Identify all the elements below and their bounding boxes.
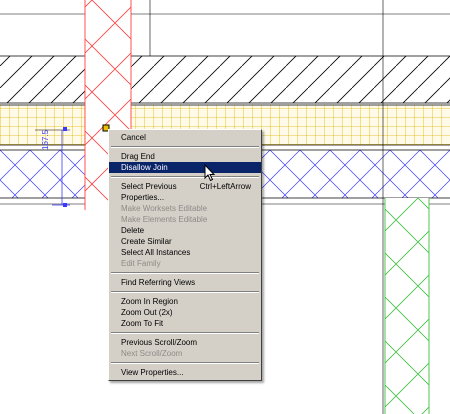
menu-item-zoom-out-2x[interactable]: Zoom Out (2x) [109, 307, 261, 318]
menu-item-label: Next Scroll/Zoom [121, 349, 183, 358]
menu-item-label: Find Referring Views [121, 278, 196, 287]
menu-item-label: Delete [121, 226, 145, 235]
menu-separator [111, 291, 259, 293]
menu-item-label: Make Elements Editable [121, 215, 208, 224]
menu-item-label: View Properties... [121, 368, 184, 377]
menu-item-find-referring-views[interactable]: Find Referring Views [109, 277, 261, 288]
menu-item-delete[interactable]: Delete [109, 225, 261, 236]
hatched-wall-band [0, 55, 450, 104]
menu-item-label: Select Previous [121, 182, 177, 191]
arrow-cursor-icon [204, 164, 216, 182]
menu-item-label: Create Similar [121, 237, 172, 246]
dimension-value-label: 167.5 [41, 129, 50, 150]
menu-item-label: Make Worksets Editable [121, 204, 208, 213]
menu-item-label: Cancel [121, 133, 146, 142]
menu-item-select-previous[interactable]: Select Previous Ctrl+LeftArrow [109, 181, 261, 192]
menu-separator [111, 176, 259, 178]
menu-item-label: Previous Scroll/Zoom [121, 338, 198, 347]
menu-item-cancel[interactable]: Cancel [109, 132, 261, 143]
menu-item-label: Disallow Join [121, 163, 168, 172]
menu-separator [111, 272, 259, 274]
context-menu[interactable]: Cancel Drag End Disallow Join Select Previo… [108, 129, 262, 381]
drag-grip-bottom [63, 203, 67, 207]
menu-item-next-scroll-zoom: Next Scroll/Zoom [109, 348, 261, 359]
menu-item-make-elements-editable: Make Elements Editable [109, 214, 261, 225]
menu-item-label: Properties... [121, 193, 165, 202]
menu-item-label: Edit Family [121, 259, 161, 268]
menu-item-zoom-to-fit[interactable]: Zoom To Fit [109, 318, 261, 329]
drag-grip-top [63, 127, 67, 131]
green-column [384, 198, 430, 414]
menu-item-disallow-join[interactable]: Disallow Join [109, 162, 261, 173]
menu-item-select-all-instances[interactable]: Select All Instances [109, 247, 261, 258]
menu-item-previous-scroll-zoom[interactable]: Previous Scroll/Zoom [109, 337, 261, 348]
menu-item-make-worksets-editable: Make Worksets Editable [109, 203, 261, 214]
menu-item-label: Drag End [121, 152, 155, 161]
menu-item-drag-end[interactable]: Drag End [109, 151, 261, 162]
menu-separator [111, 332, 259, 334]
menu-separator [111, 146, 259, 148]
menu-item-label: Zoom Out (2x) [121, 308, 173, 317]
menu-item-label: Select All Instances [121, 248, 191, 257]
menu-item-zoom-in-region[interactable]: Zoom In Region [109, 296, 261, 307]
menu-item-create-similar[interactable]: Create Similar [109, 236, 261, 247]
menu-item-shortcut: Ctrl+LeftArrow [199, 182, 251, 191]
menu-separator [111, 362, 259, 364]
menu-item-properties[interactable]: Properties... [109, 192, 261, 203]
menu-item-edit-family: Edit Family [109, 258, 261, 269]
menu-item-label: Zoom To Fit [121, 319, 164, 328]
menu-item-label: Zoom In Region [121, 297, 178, 306]
menu-item-view-properties[interactable]: View Properties... [109, 367, 261, 378]
